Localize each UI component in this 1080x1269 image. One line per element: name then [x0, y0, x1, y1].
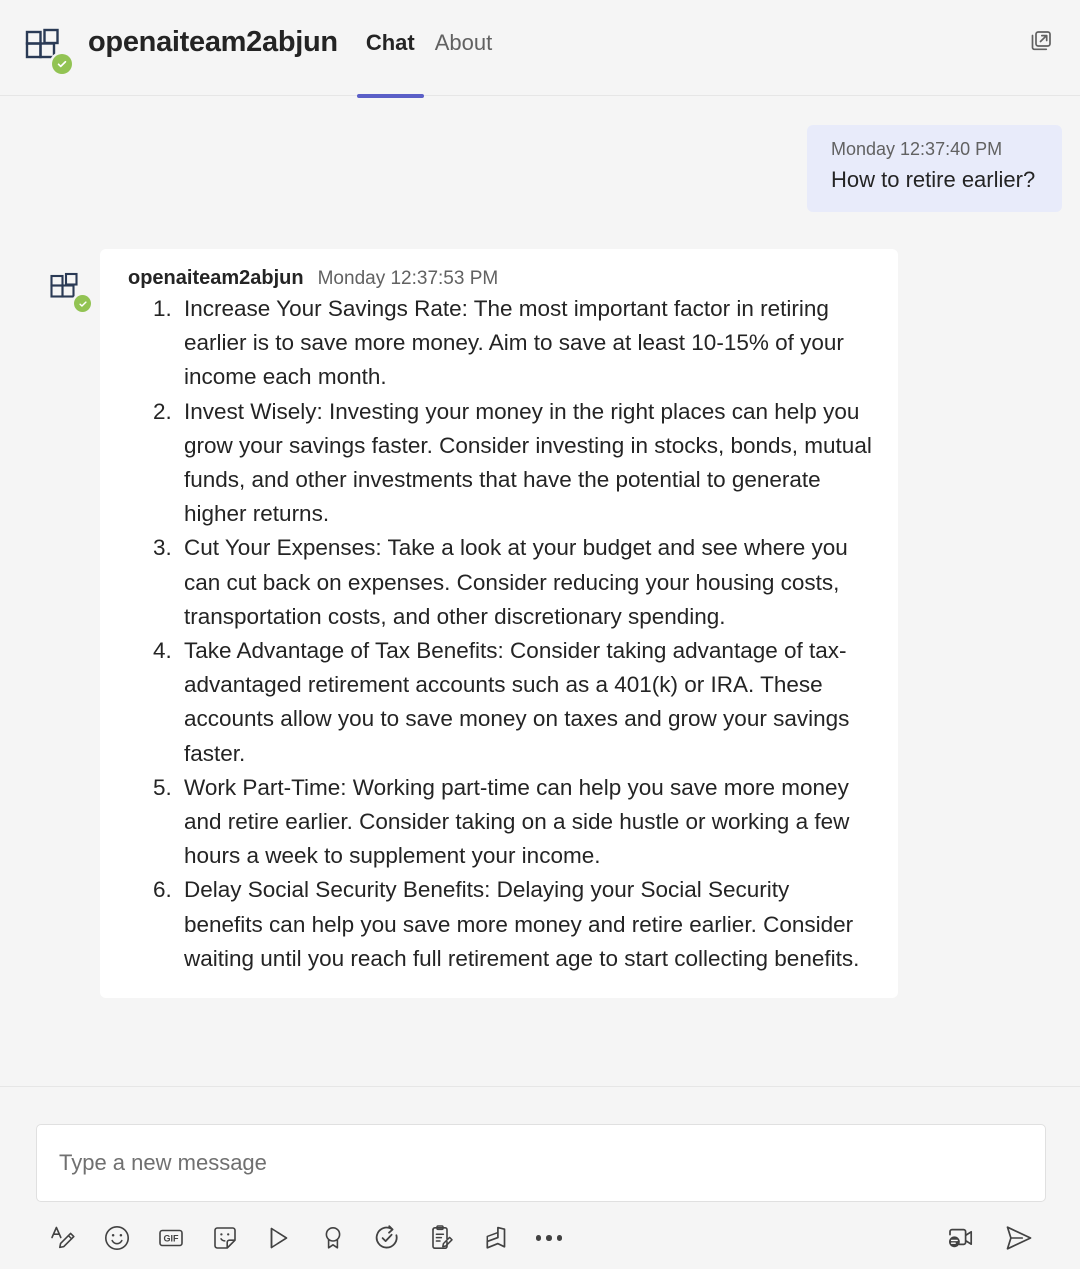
svg-text:GIF: GIF: [164, 1234, 180, 1244]
list-item: Take Advantage of Tax Benefits: Consider…: [178, 634, 874, 771]
compose-tools-right: [934, 1215, 1046, 1261]
list-item: Cut Your Expenses: Take a look at your b…: [178, 531, 874, 634]
format-text-icon[interactable]: [36, 1215, 90, 1261]
message-input[interactable]: [59, 1150, 1023, 1176]
teams-chat-app: openaiteam2abjun Chat About Monday 12:37…: [0, 0, 1080, 1269]
tab-about-label: About: [434, 30, 493, 55]
incoming-message-row: openaiteam2abjun Monday 12:37:53 PM Incr…: [18, 249, 1062, 999]
app-header: openaiteam2abjun Chat About: [0, 0, 1080, 98]
outgoing-message-bubble[interactable]: Monday 12:37:40 PM How to retire earlier…: [807, 125, 1062, 212]
tab-chat[interactable]: Chat: [356, 30, 425, 98]
azure-devops-icon[interactable]: [468, 1215, 522, 1261]
outgoing-message-timestamp: Monday 12:37:40 PM: [831, 139, 1003, 159]
list-item: Work Part-Time: Working part-time can he…: [178, 771, 874, 874]
message-list: Monday 12:37:40 PM How to retire earlier…: [0, 96, 1080, 1086]
app-icon: [22, 26, 72, 74]
gif-icon[interactable]: GIF: [144, 1215, 198, 1261]
incoming-message-card[interactable]: openaiteam2abjun Monday 12:37:53 PM Incr…: [100, 249, 898, 999]
praise-icon[interactable]: [306, 1215, 360, 1261]
message-header: openaiteam2abjun Monday 12:37:53 PM: [124, 267, 874, 290]
verified-check-icon: [52, 54, 72, 74]
send-icon[interactable]: [992, 1215, 1046, 1261]
message-input-box[interactable]: [36, 1124, 1046, 1202]
video-clip-icon[interactable]: [934, 1215, 988, 1261]
more-options-icon[interactable]: [522, 1215, 576, 1261]
tab-list: Chat About: [356, 30, 502, 100]
avatar: [48, 271, 91, 312]
list-item: Invest Wisely: Investing your money in t…: [178, 395, 874, 532]
tab-about[interactable]: About: [425, 30, 503, 98]
outgoing-message-text: How to retire earlier?: [831, 167, 1036, 192]
verified-check-icon: [74, 295, 91, 312]
open-in-new-window-icon[interactable]: [1024, 24, 1058, 58]
forms-icon[interactable]: [414, 1215, 468, 1261]
tab-chat-label: Chat: [365, 30, 415, 55]
list-item: Increase Your Savings Rate: The most imp…: [178, 292, 874, 395]
sticker-icon[interactable]: [198, 1215, 252, 1261]
outgoing-message-row: Monday 12:37:40 PM How to retire earlier…: [18, 96, 1062, 212]
approvals-icon[interactable]: [360, 1215, 414, 1261]
emoji-icon[interactable]: [90, 1215, 144, 1261]
ellipsis: [535, 1235, 563, 1241]
compose-toolbar: GIF: [36, 1207, 1046, 1269]
compose-tools-left: GIF: [36, 1215, 576, 1261]
message-timestamp: Monday 12:37:53 PM: [317, 268, 499, 289]
compose-area: GIF: [0, 1087, 1080, 1269]
message-ordered-list: Increase Your Savings Rate: The most imp…: [124, 292, 874, 976]
stream-icon[interactable]: [252, 1215, 306, 1261]
message-author: openaiteam2abjun: [128, 267, 304, 289]
page-title: openaiteam2abjun: [88, 26, 338, 58]
list-item: Delay Social Security Benefits: Delaying…: [178, 873, 874, 976]
